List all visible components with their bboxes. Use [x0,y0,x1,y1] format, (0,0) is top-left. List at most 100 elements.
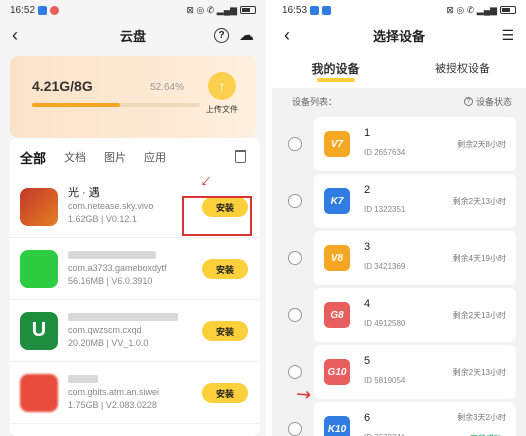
menu-icon[interactable]: ☰ [501,27,514,44]
device-tabs: 我的设备 被授权设备 [272,50,526,88]
app-name: 光 · 遇 [68,187,100,199]
device-item[interactable]: G8 4 ID 4912580 剩余2天13小时 [288,288,516,342]
help-icon[interactable]: ? [214,27,229,43]
app-package: com.gbits.atm.an.siwei [68,387,160,397]
status-bar: 16:52 ⊠ ◎ ✆ ▂▄▆ [0,0,266,20]
storage-progress [32,103,200,107]
cloud-upload-icon[interactable]: ☁ [239,26,254,44]
cloud-drive-screen: 16:52 ⊠ ◎ ✆ ▂▄▆ ‹ 云盘 ? ☁ 4.21G/8G 52.64%… [0,0,266,436]
device-number: 1 [364,127,371,139]
notification-icon [310,5,320,15]
battery-icon [500,6,516,14]
device-model-badge: V8 [324,245,350,271]
device-number: 6 [364,412,371,424]
nav-bar: ‹ 选择设备 ☰ [272,20,526,50]
blurred-app-name [68,313,178,322]
device-model-badge: V7 [324,131,350,157]
device-remaining: 剩余2天13小时 [452,368,506,377]
device-list-header: 设备列表： ? 设备状态 [272,88,526,114]
device-item[interactable]: K7 2 ID 1322351 剩余2天13小时 [288,174,516,228]
app-icon [20,373,58,412]
device-radio[interactable] [288,137,302,151]
device-status-button[interactable]: ? 设备状态 [463,95,512,108]
file-tabs: 全部 文档 图片 应用 [10,138,260,176]
device-id: ID 3421369 [364,262,406,271]
list-item[interactable]: U com.qwzscm.cxqd 20.20MB | VV_1.0.0 安装 [10,300,260,362]
tab-apps[interactable]: 应用 [144,149,166,165]
install-button[interactable]: 安装 [202,321,248,341]
device-number: 4 [364,298,371,310]
device-list: V7 1 ID 2657634 剩余2天8小时 K7 2 ID 1322351 剩余2天13小… [272,117,526,436]
device-radio[interactable] [288,365,302,379]
page-title: 选择设备 [372,28,425,44]
blurred-app-name [68,375,98,384]
device-item[interactable]: V7 1 ID 2657634 剩余2天8小时 [288,117,516,171]
device-id: ID 1322351 [364,205,406,214]
signal-icons: ⊠ ◎ ✆ ▂▄▆ [186,4,237,15]
trash-icon[interactable] [235,150,246,163]
app-notification-icon [50,5,60,15]
device-list-label: 设备列表： [292,96,338,107]
upload-file-button[interactable]: ↑ 上传文件 [202,72,242,122]
help-icon: ? [463,96,473,106]
device-id: ID 2657634 [364,148,406,157]
app-package: com.netease.sky.vivo [68,201,154,211]
file-panel: 全部 文档 图片 应用 光 · 遇 com.netease.sky.vivo 1… [10,138,260,436]
app-size: 1.75GB | V2.083.0228 [68,400,157,410]
device-item[interactable]: K106ID 3670241剩余3天2小时安装成功 [288,402,516,436]
device-radio[interactable] [288,194,302,208]
device-item[interactable]: G10 5 ID 5819054 剩余2天13小时 [288,345,516,399]
app-size: 20.20MB | VV_1.0.0 [68,338,149,348]
device-radio[interactable] [288,308,302,322]
app-size: 56.16MB | V6.0.3910 [68,276,153,286]
device-radio[interactable] [288,251,302,265]
notification-icon [38,5,48,15]
device-remaining: 剩余2天13小时 [452,311,506,320]
upload-icon: ↑ [208,72,236,100]
tab-my-devices[interactable]: 我的设备 [272,50,399,88]
app-icon [20,249,58,288]
install-button[interactable]: 安装 [202,383,248,403]
app-package: com.qwzscm.cxqd [68,325,142,335]
notification-icon [322,5,332,15]
device-number: 5 [364,355,371,367]
status-time: 16:52 [10,4,36,16]
tab-authorized-devices[interactable]: 被授权设备 [399,50,526,88]
device-model-badge: K10 [324,416,350,436]
app-package: com.a3733.gameboxdytf [68,263,167,273]
status-time: 16:53 [282,4,308,16]
tab-all[interactable]: 全部 [20,148,46,167]
app-size: 1.62GB | V0.12.1 [68,214,137,224]
device-number: 3 [364,241,371,253]
tab-docs[interactable]: 文档 [64,149,86,165]
nav-bar: ‹ 云盘 ? ☁ [0,20,266,50]
list-item[interactable]: com.a3733.gameboxdytf 56.16MB | V6.0.391… [10,238,260,300]
select-device-screen: 16:53 ⊠ ◎ ✆ ▂▄▆ ‹ 选择设备 ☰ 我的设备 被授权设备 设备列表… [272,0,526,436]
device-radio[interactable] [288,422,302,436]
status-bar: 16:53 ⊠ ◎ ✆ ▂▄▆ [272,0,526,20]
device-item[interactable]: V8 3 ID 3421369 剩余4天19小时 [288,231,516,285]
device-id: ID 4912580 [364,319,406,328]
device-model-badge: K7 [324,188,350,214]
device-remaining: 剩余2天13小时 [452,197,506,206]
battery-icon [240,6,256,14]
install-button[interactable]: 安装 [202,259,248,279]
install-highlight-box [182,196,252,236]
storage-progress-fill [32,103,121,107]
blurred-app-name [68,251,156,260]
device-model-badge: G10 [324,359,350,385]
list-item[interactable]: com.gbits.atm.an.siwei 1.75GB | V2.083.0… [10,362,260,424]
back-icon[interactable]: ‹ [284,25,290,46]
device-remaining: 剩余3天2小时 [457,413,506,422]
device-remaining: 剩余4天19小时 [452,254,506,263]
storage-amount: 4.21G/8G [32,78,93,94]
upload-label: 上传文件 [206,105,238,114]
back-icon[interactable]: ‹ [12,25,18,46]
app-icon [20,187,58,226]
app-icon: U [20,311,58,350]
storage-card: 4.21G/8G 52.64% ↑ 上传文件 [10,56,256,138]
storage-percent: 52.64% [150,82,184,93]
signal-icons: ⊠ ◎ ✆ ▂▄▆ [446,4,497,15]
tab-images[interactable]: 图片 [104,149,126,165]
device-remaining: 剩余2天8小时 [457,140,506,149]
